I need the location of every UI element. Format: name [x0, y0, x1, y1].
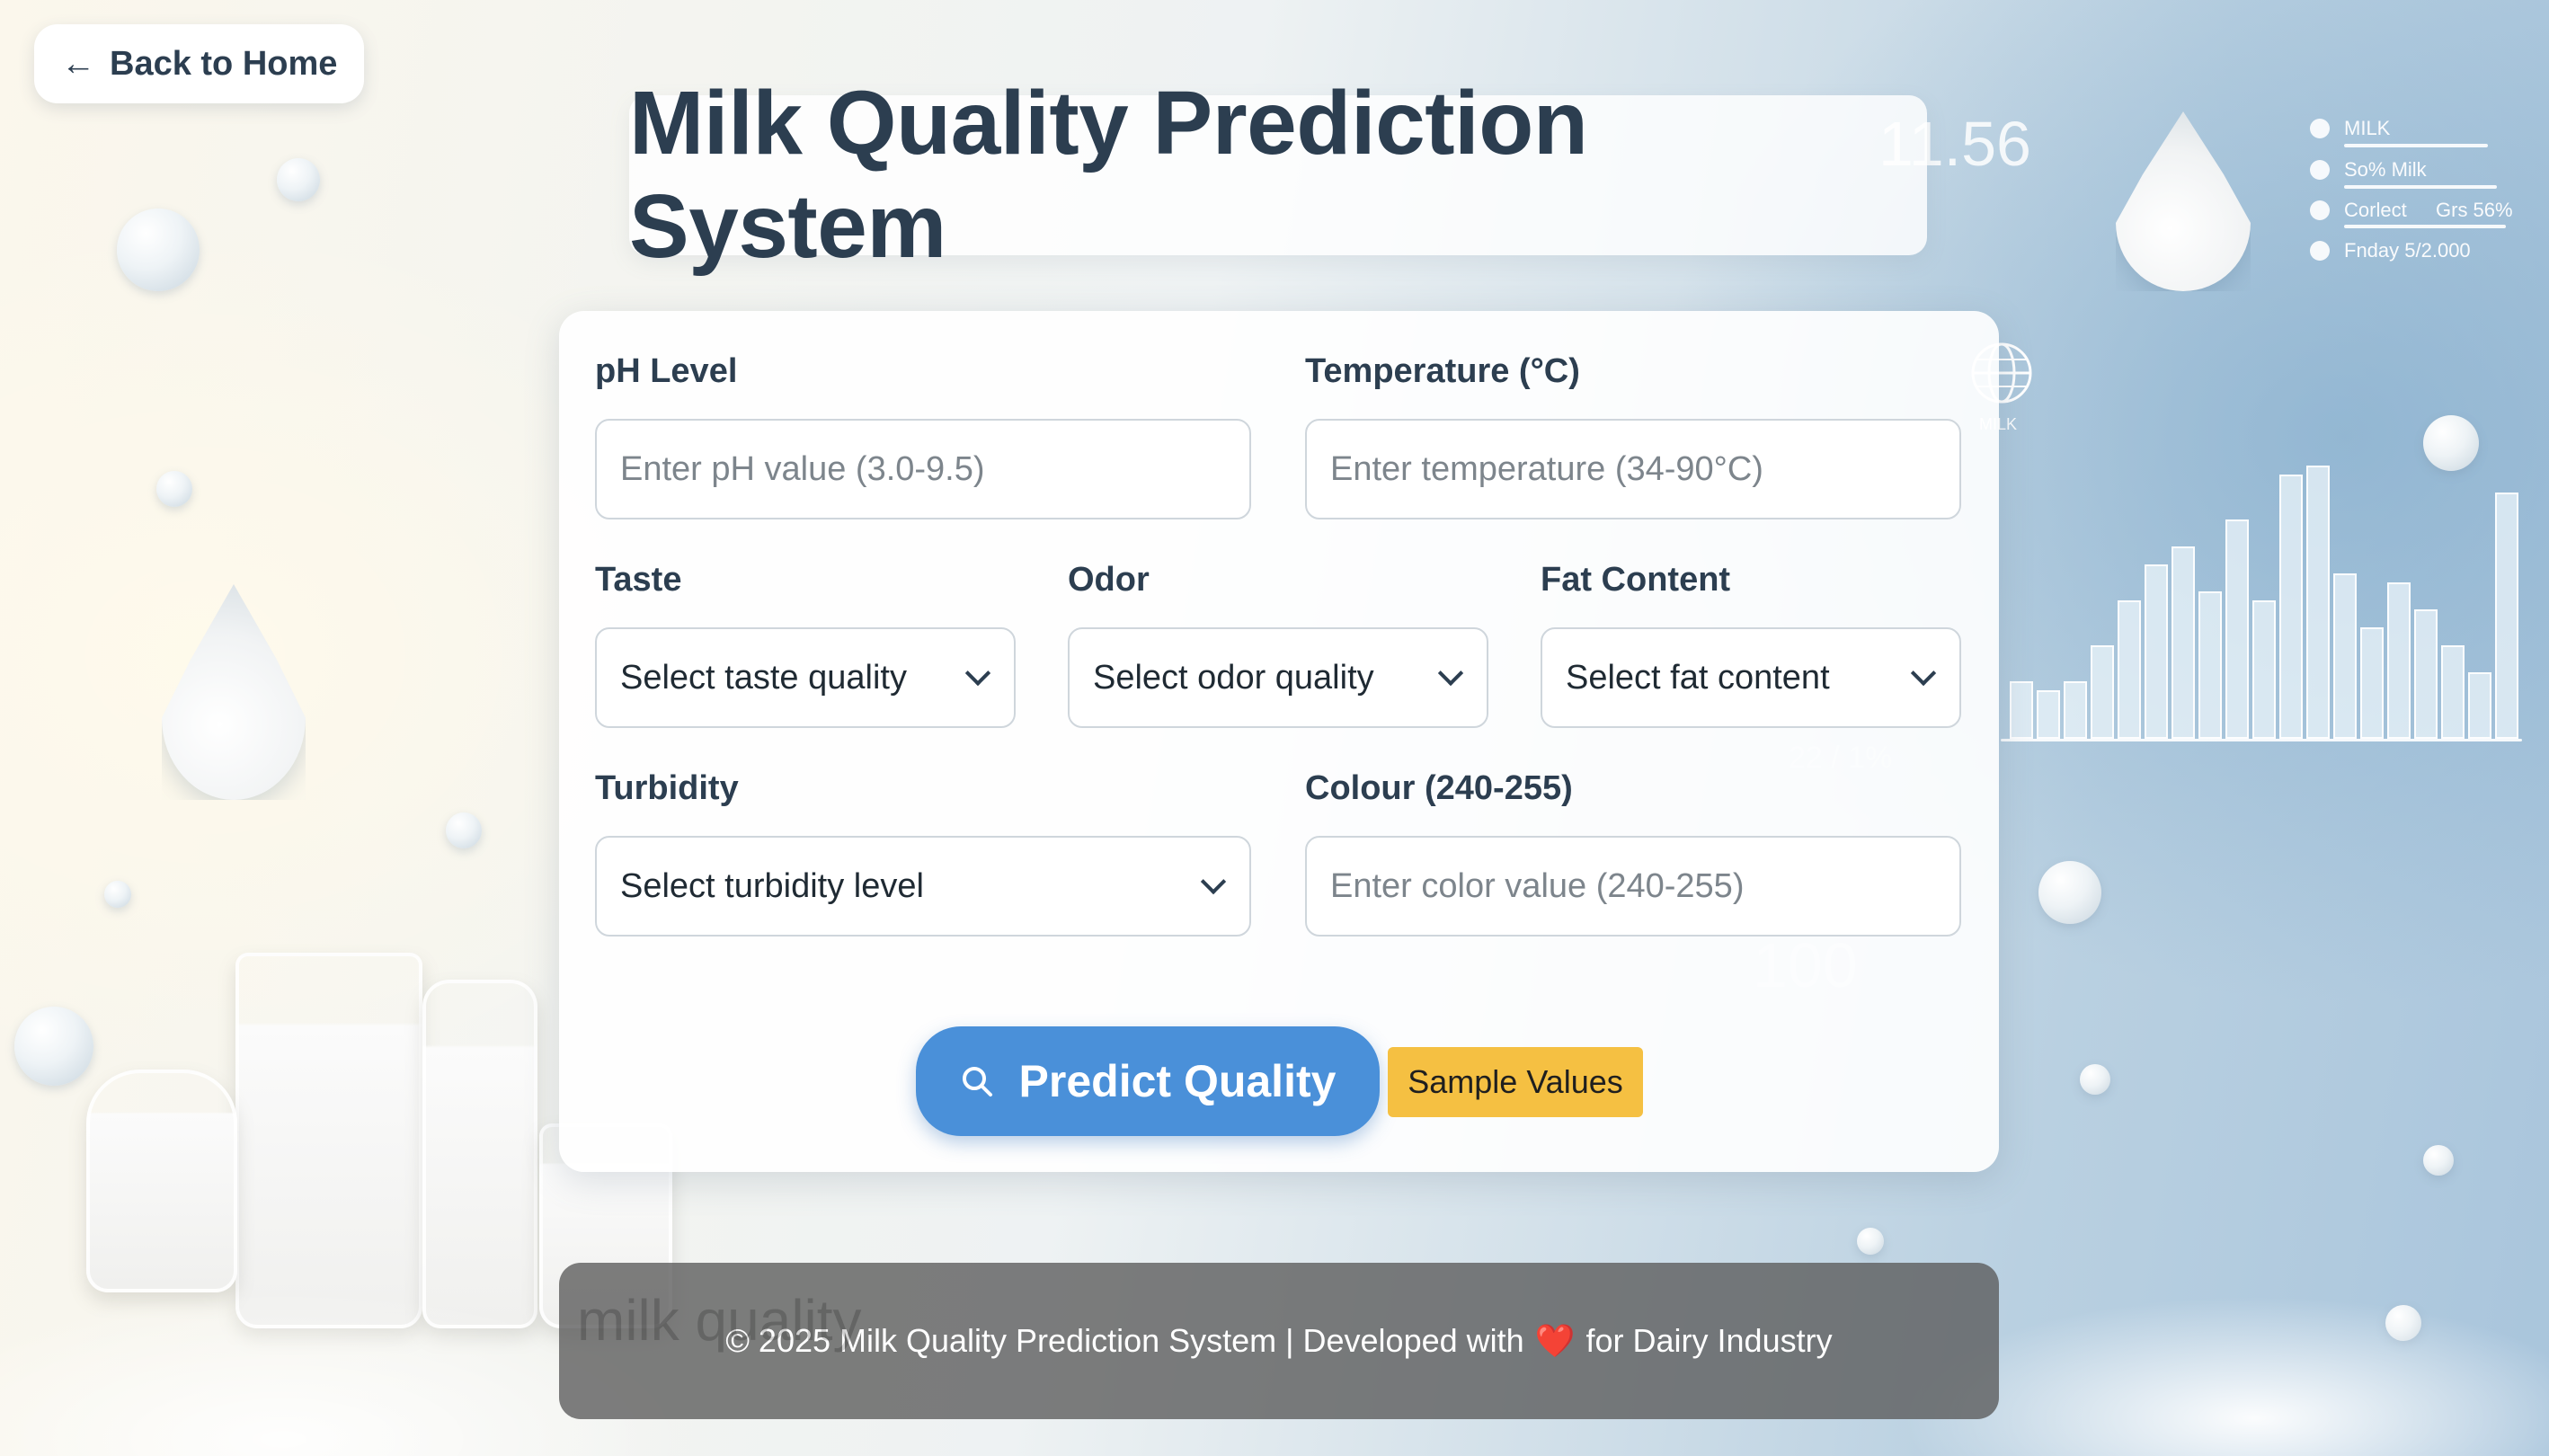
page-title-container: Milk Quality Prediction System [629, 73, 1927, 277]
predict-quality-button[interactable]: Predict Quality [916, 1026, 1380, 1136]
temperature-label: Temperature (°C) [1305, 352, 1580, 390]
bubble-decoration [104, 881, 131, 908]
predict-quality-label: Predict Quality [1018, 1056, 1337, 1106]
bubble-decoration [277, 158, 320, 201]
chevron-down-icon [964, 660, 991, 687]
flask-decoration [86, 1070, 237, 1292]
back-to-home-label: Back to Home [110, 44, 338, 83]
fat-content-select-value: Select fat content [1566, 658, 1830, 697]
footer-text-suffix: for Dairy Industry [1585, 1322, 1833, 1359]
legend-dot [2310, 119, 2330, 138]
legend-dot [2310, 241, 2330, 261]
colour-label: Colour (240-255) [1305, 769, 1573, 807]
milk-drop-decoration [162, 584, 306, 800]
chart-baseline [2001, 739, 2522, 741]
bubble-decoration [2385, 1305, 2421, 1341]
page-title: Milk Quality Prediction System [629, 73, 1588, 277]
legend-dot [2310, 200, 2330, 220]
legend-line [2344, 185, 2497, 189]
bottle-decoration [422, 980, 537, 1328]
turbidity-label: Turbidity [595, 769, 739, 807]
legend-line [2344, 225, 2506, 228]
turbidity-select-value: Select turbidity level [620, 866, 924, 905]
taste-select-value: Select taste quality [620, 658, 907, 697]
ph-input[interactable] [595, 419, 1251, 519]
legend-dot [2310, 160, 2330, 180]
bubble-decoration [2423, 1145, 2454, 1176]
left-arrow-icon: ← [61, 45, 95, 83]
taste-select[interactable]: Select taste quality [595, 627, 1016, 728]
odor-select-value: Select odor quality [1093, 658, 1374, 697]
bubble-decoration [446, 812, 482, 848]
back-to-home-button[interactable]: ← Back to Home [34, 24, 365, 103]
watermark-text: milk quality [577, 1288, 862, 1353]
beaker-decoration [235, 953, 422, 1328]
ph-label: pH Level [595, 352, 738, 390]
turbidity-select[interactable]: Select turbidity level [595, 836, 1251, 937]
bubble-decoration [2080, 1064, 2110, 1095]
taste-label: Taste [595, 561, 682, 599]
odor-select[interactable]: Select odor quality [1068, 627, 1488, 728]
search-icon [962, 1067, 992, 1096]
odor-label: Odor [1068, 561, 1150, 599]
legend-text: Corlect [2344, 199, 2407, 221]
milk-drop-decoration [2116, 111, 2251, 291]
bar-chart-decoration [2001, 422, 2522, 739]
temperature-input[interactable] [1305, 419, 1961, 519]
legend-line [2344, 144, 2488, 147]
colour-input[interactable] [1305, 836, 1961, 937]
chevron-down-icon [1200, 868, 1227, 895]
bubble-decoration [2423, 415, 2479, 471]
legend-text: Fnday 5/2.000 [2344, 239, 2471, 262]
bubble-decoration [1857, 1228, 1884, 1255]
bubble-decoration [2038, 861, 2101, 924]
bubble-decoration [156, 471, 192, 507]
legend-text: So% Milk [2344, 158, 2427, 181]
bubble-decoration [117, 209, 200, 291]
fat-content-select[interactable]: Select fat content [1541, 627, 1961, 728]
heart-icon: ❤️ [1534, 1322, 1576, 1359]
legend-text: MILK [2344, 117, 2391, 139]
legend-text: Grs 56% [2436, 199, 2513, 221]
fat-content-label: Fat Content [1541, 561, 1731, 599]
chevron-down-icon [1437, 660, 1464, 687]
bubble-decoration [14, 1007, 93, 1086]
chevron-down-icon [1910, 660, 1937, 687]
sample-values-button[interactable]: Sample Values [1388, 1047, 1643, 1117]
